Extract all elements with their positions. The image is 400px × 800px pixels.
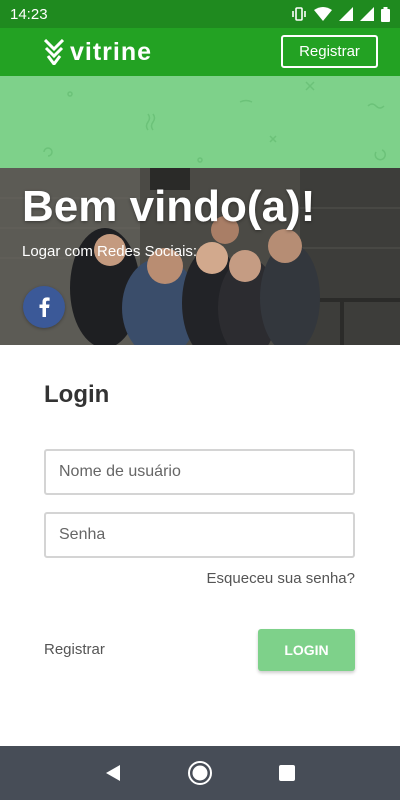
signal-icon: [360, 7, 374, 21]
pattern-banner: [0, 76, 400, 168]
vitrine-logo-icon: [44, 39, 64, 65]
signal-icon: [339, 7, 353, 21]
app-header: vitrine Registrar: [0, 28, 400, 76]
register-link[interactable]: Registrar: [44, 641, 105, 658]
logo-text: vitrine: [70, 37, 153, 66]
password-input[interactable]: [44, 512, 355, 558]
back-icon: [106, 765, 121, 781]
nav-back-button[interactable]: [93, 753, 133, 793]
header-register-button[interactable]: Registrar: [281, 35, 378, 68]
login-title: Login: [44, 381, 110, 408]
system-nav-bar: [0, 746, 400, 800]
recents-icon: [278, 765, 295, 781]
social-login-label: Logar com Redes Sociais:: [22, 243, 198, 260]
nav-recents-button[interactable]: [267, 753, 307, 793]
battery-icon: [381, 6, 390, 22]
status-bar: 14:23: [0, 0, 400, 28]
hero-banner: Bem vindo(a)! Logar com Redes Sociais:: [0, 168, 400, 345]
facebook-login-button[interactable]: [23, 286, 65, 328]
vibrate-icon: [292, 7, 306, 21]
vitrine-logo[interactable]: vitrine: [44, 36, 152, 68]
welcome-title: Bem vindo(a)!: [22, 182, 316, 231]
status-time: 14:23: [10, 5, 48, 23]
login-button[interactable]: LOGIN: [258, 629, 355, 671]
facebook-icon: [39, 297, 50, 317]
pattern-decoration: [43, 81, 386, 163]
username-input[interactable]: [44, 449, 355, 495]
home-icon: [187, 761, 212, 785]
nav-home-button[interactable]: [180, 753, 220, 793]
forgot-password-link[interactable]: Esqueceu sua senha?: [207, 570, 355, 587]
wifi-icon: [314, 7, 332, 21]
status-icons: [291, 6, 390, 22]
